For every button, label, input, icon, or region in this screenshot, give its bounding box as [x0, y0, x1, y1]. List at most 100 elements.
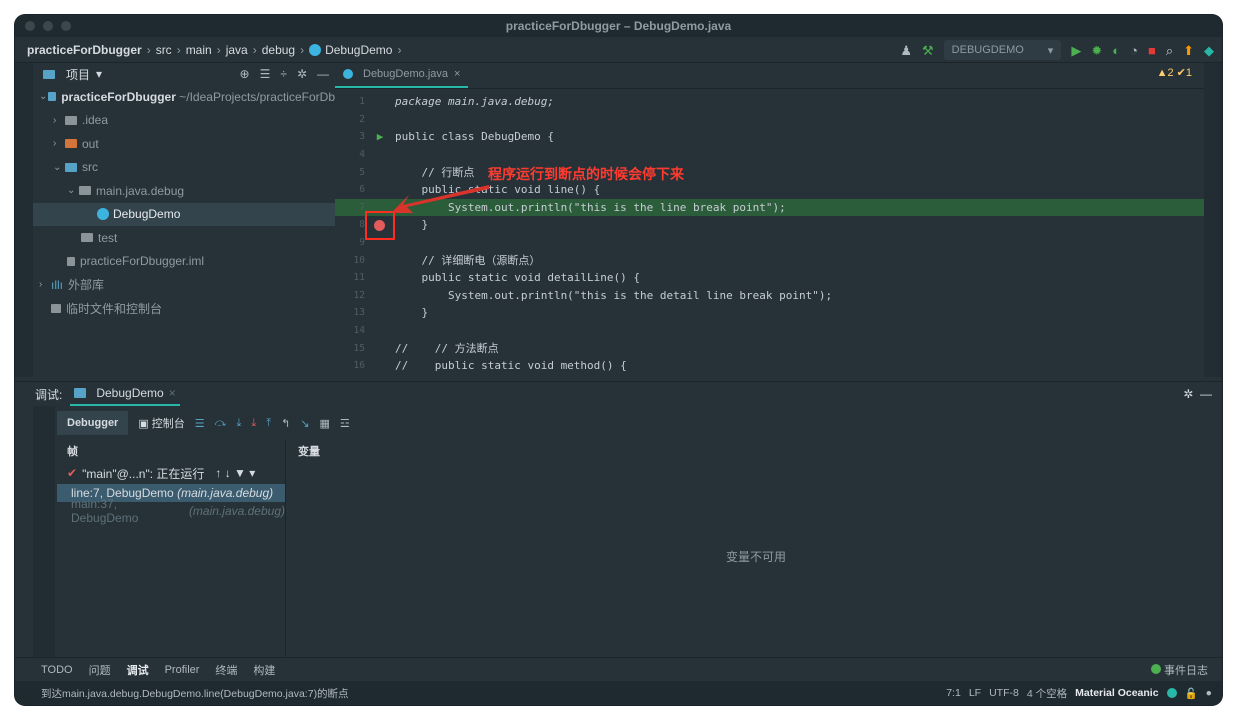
chevron-right-icon[interactable]: › — [39, 279, 51, 290]
filter-icon[interactable]: ↑ ↓ ▼ ▾ — [215, 466, 255, 480]
search-icon[interactable]: ⌕ — [1166, 44, 1173, 57]
tree-item-package[interactable]: ⌄ main.java.debug — [33, 179, 335, 203]
breadcrumb-debug[interactable]: debug — [262, 43, 295, 57]
notification-icon[interactable]: ● — [1206, 687, 1212, 699]
step-out-icon[interactable]: ⤒ — [266, 417, 271, 430]
locate-icon[interactable]: ⊕ — [240, 67, 250, 81]
tree-item-debugdemo[interactable]: DebugDemo — [33, 202, 335, 226]
annotation-arrow — [391, 185, 489, 213]
code-text: } — [395, 306, 429, 320]
step-over-icon[interactable]: ⤼ — [215, 417, 227, 430]
build-hammer-icon[interactable]: ⚒ — [922, 44, 934, 57]
tab-console[interactable]: ▣ 控制台 — [138, 415, 184, 431]
menu-icon[interactable]: ☰ — [195, 417, 205, 430]
chevron-down-icon[interactable]: ⌄ — [39, 91, 48, 102]
run-config-select[interactable]: DEBUGDEMO ▾ — [943, 40, 1062, 60]
project-panel-title[interactable]: 项目 — [66, 66, 90, 83]
code-line: 12 System.out.println("this is the detai… — [335, 287, 1222, 305]
debug-side-toolbar — [33, 406, 55, 658]
tree-item-iml[interactable]: practiceForDbugger.iml — [33, 250, 335, 274]
tab-todo[interactable]: TODO — [41, 664, 73, 676]
chevron-down-icon[interactable]: ⌄ — [67, 185, 79, 196]
check-icon: ✔ — [67, 466, 78, 480]
scratch-icon — [51, 303, 61, 313]
close-icon[interactable]: × — [169, 386, 176, 400]
main-toolbar: ♟ ⚒ DEBUGDEMO ▾ ▶ ✹ ◐ ◔ ■ ⌕ ⬆ ◆ — [900, 40, 1214, 60]
update-icon[interactable]: ⬆ — [1183, 44, 1194, 57]
tree-item-out[interactable]: › out — [33, 132, 335, 156]
drop-frame-icon[interactable]: ↰ — [281, 417, 290, 430]
gear-icon[interactable]: ✲ — — [1183, 387, 1222, 401]
breadcrumb-class[interactable]: DebugDemo — [325, 43, 392, 57]
tab-debug[interactable]: 调试 — [127, 662, 149, 678]
tab-terminal[interactable]: 终端 — [215, 662, 237, 678]
debug-session-tab[interactable]: DebugDemo × — [70, 382, 180, 406]
line-number: 4 — [359, 149, 365, 161]
gear-icon[interactable]: ✲ — [297, 67, 307, 81]
code-line: 2 — [335, 111, 1222, 129]
tree-item-label: main.java.debug — [96, 183, 185, 198]
theme-icon — [1166, 688, 1177, 698]
coverage-icon[interactable]: ◐ — [1112, 44, 1120, 57]
step-into-icon[interactable]: ⤓ — [236, 417, 241, 430]
left-tool-strip — [15, 63, 33, 377]
project-tree: ⌄ practiceForDbugger ~/IdeaProjects/pract… — [33, 85, 335, 320]
breadcrumb-java[interactable]: java — [226, 43, 248, 57]
expand-all-icon[interactable]: ☰ — [260, 67, 271, 81]
debug-icon[interactable]: ✹ — [1091, 44, 1102, 57]
line-number: 10 — [353, 254, 365, 266]
tree-item-src[interactable]: ⌄ src — [33, 156, 335, 180]
tree-item-root[interactable]: ⌄ practiceForDbugger ~/IdeaProjects/pract… — [33, 85, 335, 109]
status-message: 到达main.java.debug.DebugDemo.line(DebugDe… — [41, 687, 349, 700]
frame-item[interactable]: main:37, DebugDemo (main.java.debug) — [57, 497, 285, 525]
caret-position[interactable]: 7:1 — [946, 687, 961, 699]
thread-select[interactable]: ✔ "main"@...n": 正在运行 ↑ ↓ ▼ ▾ — [57, 462, 285, 484]
breakpoint-icon[interactable] — [374, 220, 385, 231]
class-icon — [343, 69, 353, 79]
code-area[interactable]: 1 package main.java.debug; 2 3 ▶ public cla… — [335, 93, 1222, 375]
file-encoding[interactable]: UTF-8 — [989, 687, 1019, 699]
force-step-into-icon[interactable]: ⤓ — [251, 417, 256, 430]
user-icon[interactable]: ♟ — [900, 44, 912, 57]
hide-icon[interactable]: — — [317, 67, 329, 81]
tab-debugger[interactable]: Debugger — [57, 411, 129, 435]
plugin-icon[interactable]: ◆ — [1204, 44, 1214, 57]
line-number: 13 — [353, 307, 365, 319]
breadcrumb-src[interactable]: src — [156, 43, 172, 57]
code-text: // // 方法断点 — [395, 342, 499, 356]
lock-icon[interactable]: 🔓 — [1185, 687, 1198, 700]
line-separator[interactable]: LF — [969, 687, 981, 699]
title-bar: practiceForDbugger – DebugDemo.java — [15, 15, 1222, 37]
indent-setting[interactable]: 4 个空格 — [1027, 686, 1067, 701]
chevron-right-icon[interactable]: › — [53, 115, 65, 126]
event-log-button[interactable]: 事件日志 — [1150, 662, 1222, 678]
run-config-label: DEBUGDEMO — [951, 44, 1024, 56]
chevron-right-icon[interactable]: › — [53, 138, 65, 149]
run-icon[interactable]: ▶ — [1071, 44, 1081, 57]
tree-item-path: ~/IdeaProjects/practiceForDb — [179, 89, 335, 104]
breadcrumb-project[interactable]: practiceForDbugger — [27, 43, 142, 57]
window-controls[interactable] — [25, 21, 71, 31]
evaluate-icon[interactable]: ▦ — [320, 417, 330, 430]
tab-debugdemo-java[interactable]: DebugDemo.java × — [335, 62, 469, 88]
close-icon[interactable]: × — [454, 68, 460, 80]
trace-icon[interactable]: ☲ — [340, 417, 350, 430]
tree-item-idea[interactable]: › .idea — [33, 109, 335, 133]
run-to-cursor-icon[interactable]: ↘ — [300, 417, 309, 430]
tab-profiler[interactable]: Profiler — [165, 664, 200, 676]
profile-icon[interactable]: ◔ — [1130, 44, 1138, 57]
tree-item-scratches[interactable]: 临时文件和控制台 — [33, 297, 335, 321]
breadcrumb-main[interactable]: main — [186, 43, 212, 57]
stop-icon[interactable]: ■ — [1148, 44, 1156, 57]
tree-item-label: 外部库 — [68, 278, 105, 293]
run-gutter-icon[interactable]: ▶ — [365, 130, 395, 143]
code-text: public class DebugDemo { — [395, 130, 554, 144]
tab-build[interactable]: 构建 — [253, 662, 275, 678]
tree-item-external-libs[interactable]: › ıllı 外部库 — [33, 273, 335, 297]
tree-item-test[interactable]: test — [33, 226, 335, 250]
theme-name[interactable]: Material Oceanic — [1075, 687, 1158, 699]
tab-problems[interactable]: 问题 — [89, 662, 111, 678]
collapse-all-icon[interactable]: ÷ — [280, 67, 287, 81]
chevron-down-icon[interactable]: ⌄ — [53, 162, 65, 173]
chevron-down-icon[interactable]: ▾ — [96, 67, 102, 81]
